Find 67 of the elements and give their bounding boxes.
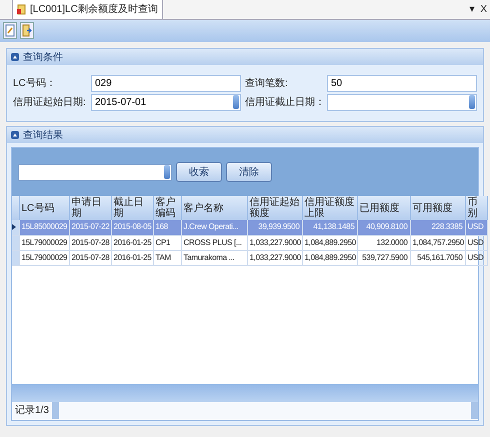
table-cell: 15L79000029 [19, 235, 69, 250]
column-header[interactable]: 客户编码 [153, 196, 181, 220]
column-header[interactable]: 信用证起始额度 [247, 196, 302, 220]
close-button[interactable]: X [477, 2, 490, 17]
date-field[interactable] [327, 94, 477, 111]
dropdown-icon[interactable] [233, 95, 239, 109]
table-cell: 2015-07-28 [69, 250, 111, 265]
collapse-icon[interactable] [11, 53, 19, 61]
table-cell: J.Crew Operati... [181, 220, 247, 235]
record-counter: 记录1/3 [14, 404, 50, 418]
table-cell: 1,084,757.2950 [410, 235, 465, 250]
filter-dropdown[interactable] [18, 164, 172, 180]
edit-button[interactable] [3, 22, 17, 39]
table-cell: Tamurakoma ... [181, 250, 247, 265]
table-cell: 2015-07-22 [69, 220, 111, 235]
dropdown-icon[interactable] [164, 165, 170, 179]
input-field[interactable]: 029 [91, 75, 241, 92]
table-cell: USD [465, 235, 487, 250]
table-cell: 539,727.5900 [357, 250, 410, 265]
panel-header: 查询结果 [7, 127, 483, 143]
column-header[interactable]: LC号码 [19, 196, 69, 220]
column-header[interactable]: 已用额度 [357, 196, 410, 220]
horizontal-scrollbar[interactable] [52, 402, 478, 419]
panel-header: 查询条件 [7, 49, 483, 65]
date-field[interactable]: 2015-07-01 [91, 94, 241, 111]
table-cell: 1,084,889.2950 [302, 250, 357, 265]
column-header[interactable]: 信用证额度上限 [302, 196, 357, 220]
table-cell: 2016-01-25 [111, 250, 153, 265]
exit-button[interactable] [20, 22, 34, 39]
table-cell: 41,138.1485 [302, 220, 357, 235]
search-button[interactable]: 收索 [176, 162, 222, 182]
table-cell: 39,939.9500 [247, 220, 302, 235]
table-cell: 15L79000029 [19, 250, 69, 265]
table-cell: CP1 [153, 235, 181, 250]
input-field[interactable]: 50 [327, 75, 477, 92]
table-cell: 2015-07-28 [69, 235, 111, 250]
collapse-icon[interactable] [11, 131, 19, 139]
table-cell: USD [465, 220, 487, 235]
field-label: LC号码： [13, 77, 57, 91]
column-header[interactable]: 客户名称 [181, 196, 247, 220]
column-header[interactable]: 币别 [465, 196, 487, 220]
table-cell: 2015-08-05 [111, 220, 153, 235]
menu-button[interactable]: ▾ [466, 2, 478, 17]
field-label: 信用证截止日期： [245, 96, 323, 110]
row-pointer-icon [12, 224, 16, 230]
table-cell: 168 [153, 220, 181, 235]
table-cell: USD [465, 250, 487, 265]
field-label: 查询笔数: [245, 76, 289, 91]
table-cell: 1,084,889.2950 [302, 235, 357, 250]
table-cell: 2016-01-25 [111, 235, 153, 250]
clear-button[interactable]: 清除 [226, 162, 272, 182]
field-label: 信用证起始日期: [13, 96, 87, 110]
table-cell: 1,033,227.9000 [247, 235, 302, 250]
column-header[interactable]: 截止日期 [111, 196, 153, 220]
column-header[interactable]: 申请日期 [69, 196, 111, 220]
document-icon [17, 4, 27, 15]
table-cell: TAM [153, 250, 181, 265]
table-cell: CROSS PLUS [... [181, 235, 247, 250]
table-cell: 228.3385 [410, 220, 465, 235]
table-cell: 1,033,227.9000 [247, 250, 302, 265]
column-header[interactable]: 可用额度 [410, 196, 465, 220]
table-cell: 15L85000029 [19, 220, 69, 235]
dropdown-icon[interactable] [469, 95, 475, 109]
table-cell: 132.0000 [357, 235, 410, 250]
document-tab[interactable]: [LC001]LC剩余额度及时查询 [12, 0, 163, 19]
table-cell: 40,909.8100 [357, 220, 410, 235]
table-cell: 545,161.7050 [410, 250, 465, 265]
